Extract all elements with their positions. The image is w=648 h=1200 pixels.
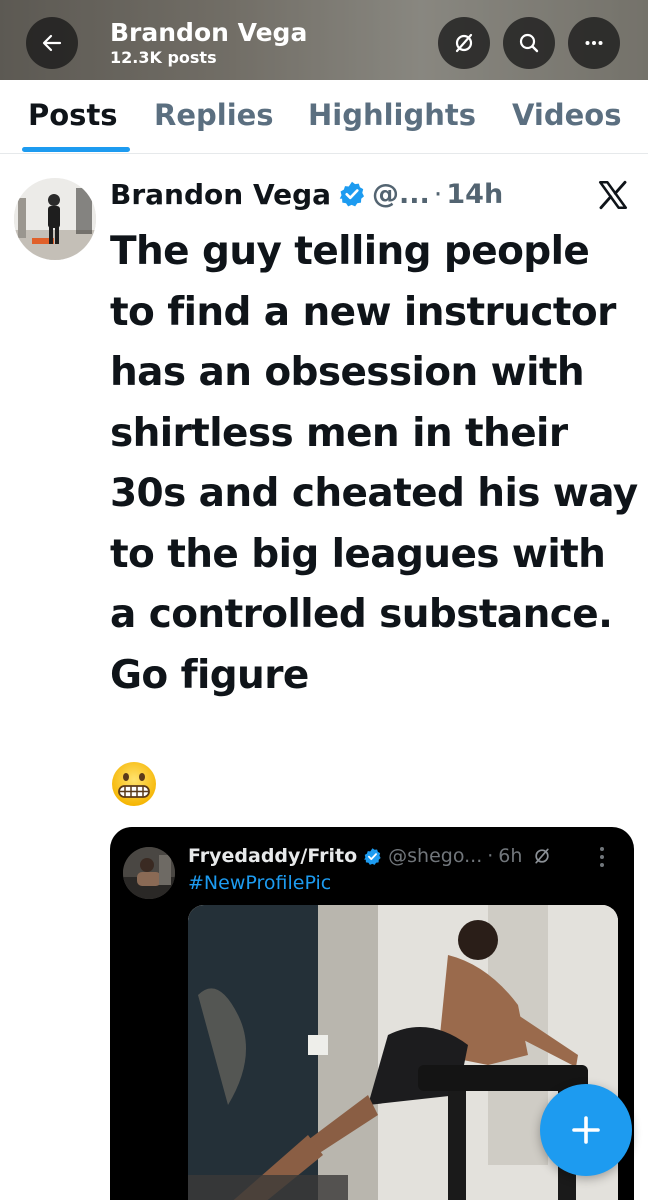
quoted-post-header: Fryedaddy/Frito @shego... · 6h (188, 841, 552, 871)
post-text: The guy telling people to find a new ins… (110, 229, 638, 698)
plus-icon (572, 1116, 600, 1144)
compose-button[interactable] (540, 1084, 632, 1176)
quoted-author-name[interactable]: Fryedaddy/Frito (188, 845, 357, 867)
tab-replies[interactable]: Replies (154, 96, 274, 134)
grok-icon[interactable] (532, 846, 552, 866)
back-button[interactable] (26, 17, 78, 69)
post-timestamp[interactable]: 14h (446, 179, 503, 210)
tab-highlights[interactable]: Highlights (308, 96, 476, 134)
quoted-separator: · (487, 845, 494, 867)
quoted-timestamp[interactable]: 6h (498, 845, 522, 867)
search-icon (519, 33, 539, 53)
grok-icon (455, 33, 473, 53)
header-title: Brandon Vega 12.3K posts (110, 18, 307, 68)
header-name: Brandon Vega (110, 18, 308, 47)
post-author-handle[interactable]: @... (372, 179, 430, 210)
tab-videos[interactable]: Videos (512, 96, 622, 134)
more-button[interactable] (568, 17, 620, 69)
active-tab-indicator (22, 147, 130, 152)
more-vertical-icon[interactable] (598, 845, 606, 869)
x-logo-icon[interactable] (596, 178, 630, 212)
author-avatar[interactable] (14, 178, 96, 260)
verified-badge-icon (339, 181, 365, 207)
quoted-author-avatar[interactable] (123, 847, 175, 899)
more-icon (585, 41, 603, 45)
post-separator: · (433, 178, 443, 210)
back-arrow-icon (42, 34, 62, 52)
grok-button[interactable] (438, 17, 490, 69)
quoted-author-handle[interactable]: @shego... (388, 845, 482, 867)
search-button[interactable] (503, 17, 555, 69)
verified-badge-icon (364, 847, 381, 865)
profile-header: Brandon Vega 12.3K posts (0, 0, 648, 80)
post-header: Brandon Vega @... · 14h (110, 172, 503, 216)
header-post-count: 12.3K posts (110, 48, 217, 67)
grimacing-face-emoji (112, 762, 156, 806)
quoted-hashtag-link[interactable]: #NewProfilePic (188, 872, 331, 894)
profile-tabs: Posts Replies Highlights Videos (0, 80, 648, 154)
tab-posts[interactable]: Posts (28, 96, 118, 134)
post-author-name[interactable]: Brandon Vega (110, 178, 331, 211)
